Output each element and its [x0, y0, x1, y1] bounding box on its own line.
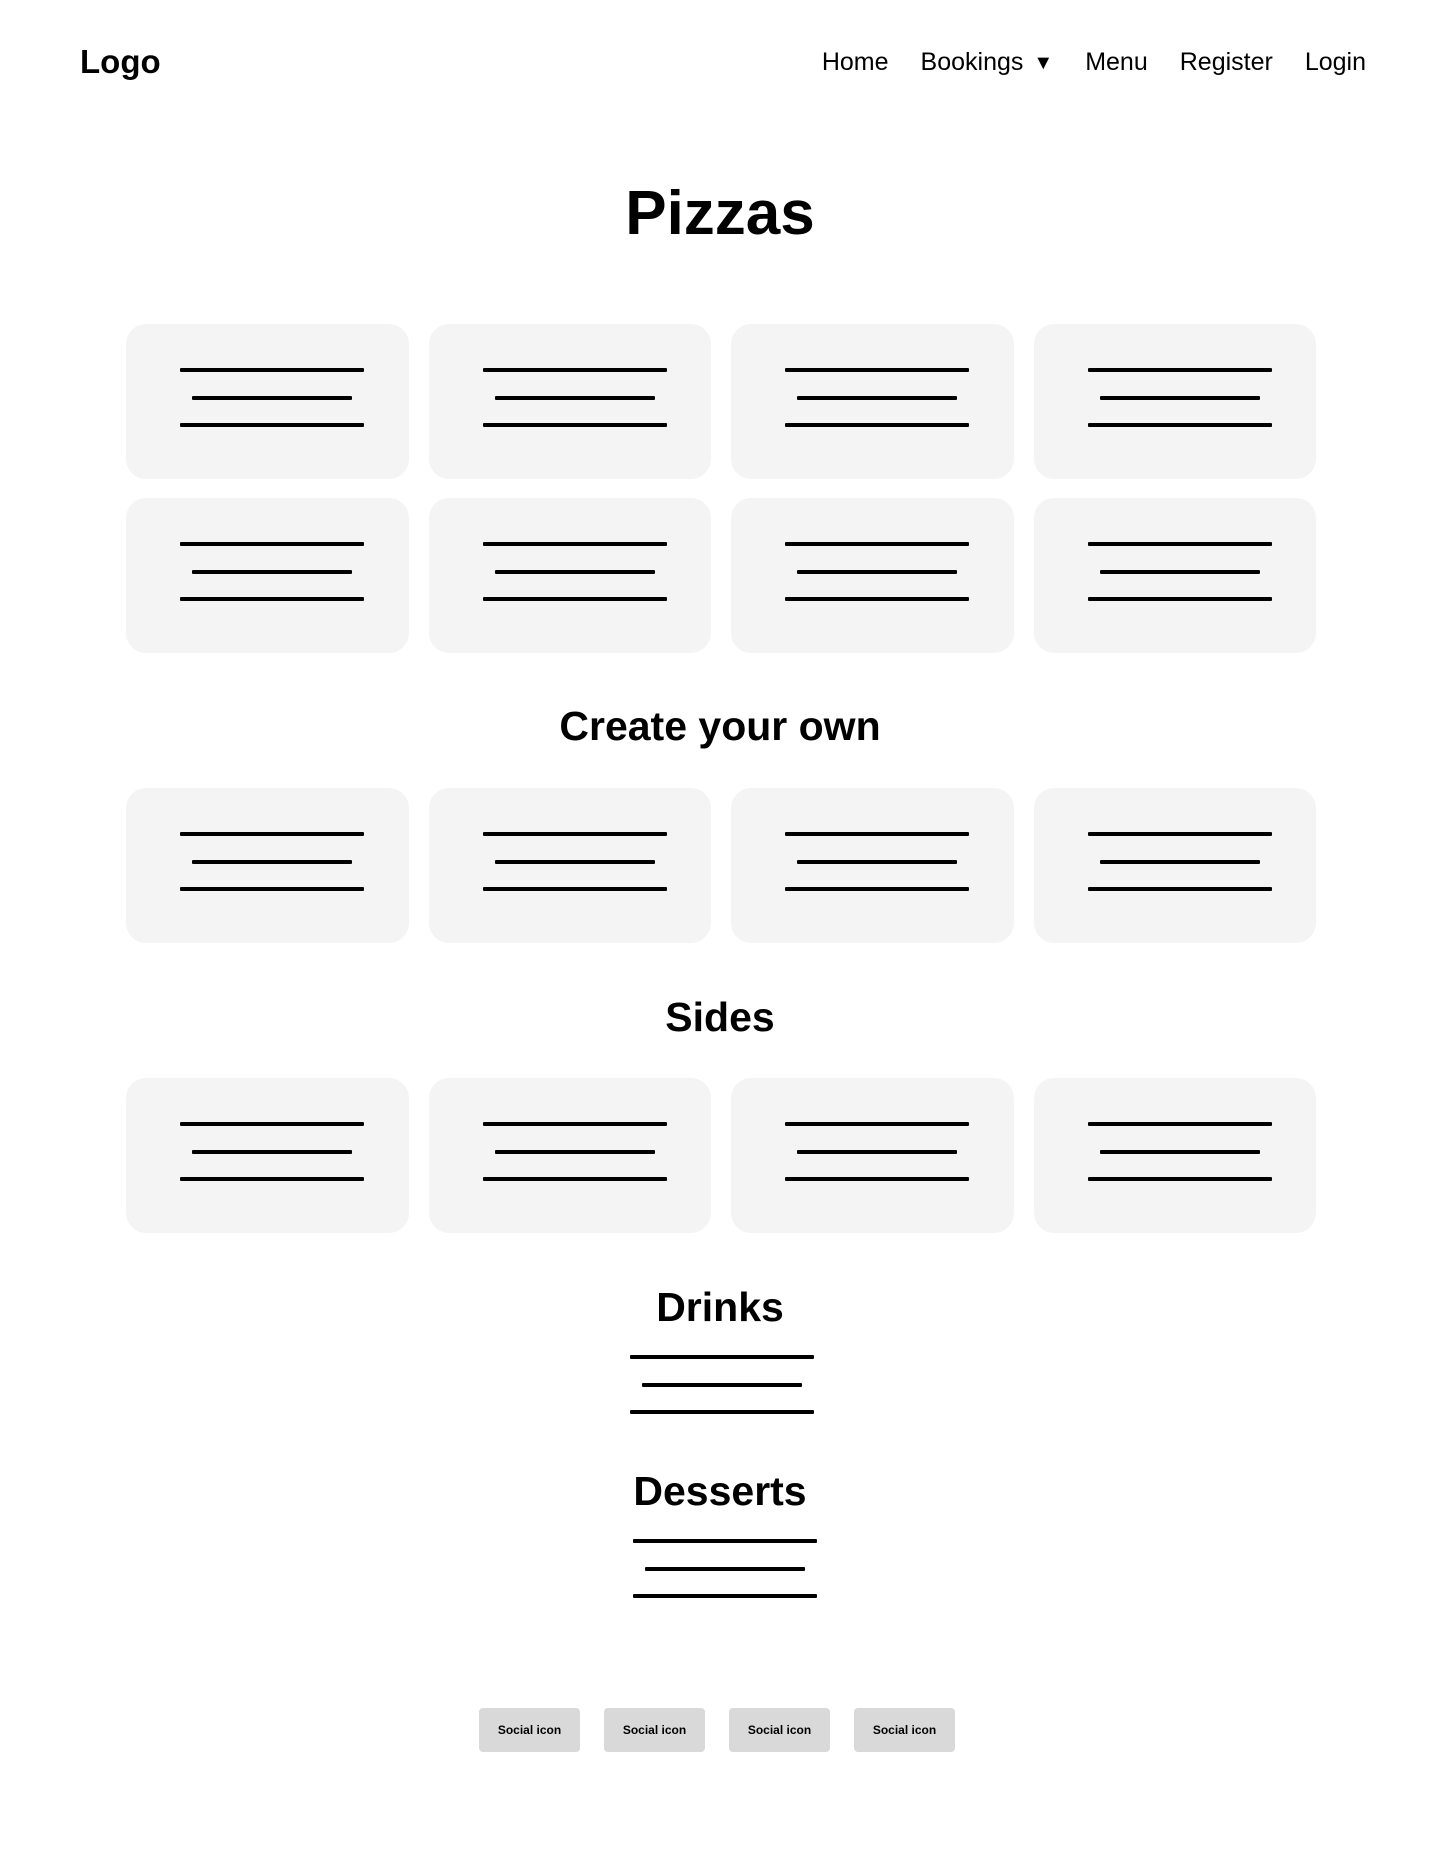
nav-login-label: Login: [1304, 48, 1366, 76]
text-placeholder: [785, 832, 969, 892]
pizza-card[interactable]: [126, 498, 409, 653]
nav-bookings-label: Bookings: [920, 48, 1024, 76]
text-placeholder: [180, 832, 364, 892]
text-placeholder: [1087, 1122, 1272, 1182]
social-icon-button[interactable]: Social icon: [729, 1708, 830, 1752]
text-placeholder: [1087, 368, 1272, 428]
section-title-drinks: Drinks: [656, 1284, 784, 1330]
pizza-card[interactable]: [731, 498, 1014, 653]
text-placeholder: [180, 542, 364, 602]
create-your-own-card[interactable]: [428, 788, 711, 943]
nav-login[interactable]: Login: [1305, 44, 1366, 80]
text-placeholder: [785, 542, 969, 602]
pizza-row-2: [126, 498, 1316, 653]
nav-register-label: Register: [1179, 48, 1273, 76]
pizza-card[interactable]: [428, 498, 711, 653]
social-icon-button[interactable]: Social icon: [854, 1708, 955, 1752]
side-card[interactable]: [731, 1078, 1014, 1233]
logo[interactable]: Logo: [80, 42, 161, 82]
text-placeholder: [482, 1122, 667, 1182]
pizza-card[interactable]: [428, 324, 711, 479]
text-placeholder: [482, 368, 667, 428]
pizza-card[interactable]: [1033, 324, 1316, 479]
nav-bookings[interactable]: Bookings ▼: [921, 44, 1054, 80]
desserts-text-placeholder: [633, 1539, 817, 1599]
text-placeholder: [785, 1122, 969, 1182]
pizza-card[interactable]: [731, 324, 1014, 479]
main-nav: Home Bookings ▼ Menu Register Login: [822, 44, 1366, 80]
site-header: Logo Home Bookings ▼ Menu Register Login: [0, 0, 1440, 124]
side-card[interactable]: [428, 1078, 711, 1233]
social-icon-button[interactable]: Social icon: [604, 1708, 705, 1752]
nav-home[interactable]: Home: [822, 44, 889, 80]
text-placeholder: [482, 542, 667, 602]
nav-menu-label: Menu: [1085, 48, 1148, 76]
text-placeholder: [1087, 542, 1272, 602]
create-your-own-card[interactable]: [1033, 788, 1316, 943]
page-title-pizzas: Pizzas: [625, 179, 815, 248]
section-title-create-your-own: Create your own: [559, 703, 881, 749]
text-placeholder: [785, 368, 969, 428]
sides-row: [126, 1078, 1316, 1233]
social-icon-button[interactable]: Social icon: [479, 1708, 580, 1752]
text-placeholder: [180, 368, 364, 428]
nav-home-label: Home: [821, 48, 889, 76]
pizza-card[interactable]: [1033, 498, 1316, 653]
text-placeholder: [1087, 832, 1272, 892]
nav-register[interactable]: Register: [1180, 44, 1273, 80]
section-title-sides: Sides: [665, 994, 775, 1040]
create-your-own-card[interactable]: [731, 788, 1014, 943]
drinks-text-placeholder: [630, 1355, 814, 1415]
create-your-own-card[interactable]: [126, 788, 409, 943]
pizza-card[interactable]: [126, 324, 409, 479]
social-links: Social icon Social icon Social icon Soci…: [0, 1708, 1437, 1752]
side-card[interactable]: [126, 1078, 409, 1233]
section-title-desserts: Desserts: [633, 1468, 807, 1514]
caret-down-icon: ▼: [1033, 52, 1054, 74]
pizza-row-1: [126, 324, 1316, 479]
text-placeholder: [180, 1122, 364, 1182]
create-your-own-row: [126, 788, 1316, 943]
side-card[interactable]: [1033, 1078, 1316, 1233]
text-placeholder: [482, 832, 667, 892]
nav-menu[interactable]: Menu: [1085, 44, 1148, 80]
